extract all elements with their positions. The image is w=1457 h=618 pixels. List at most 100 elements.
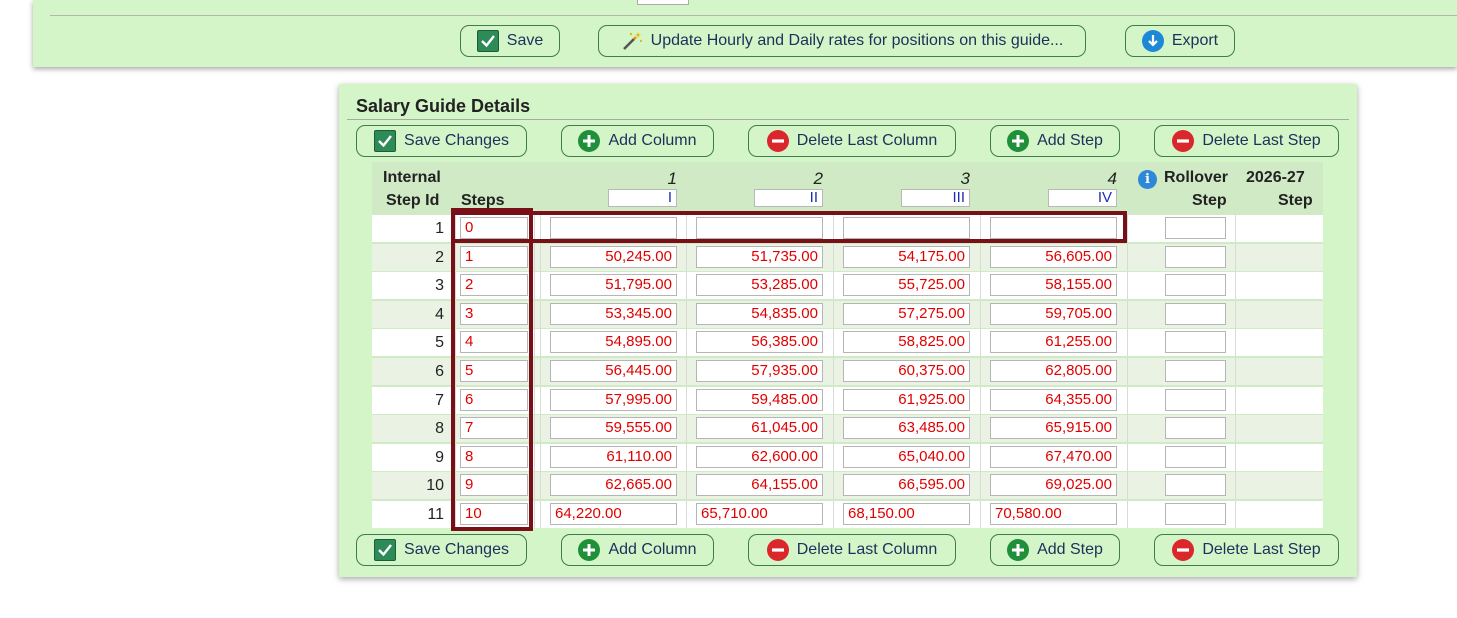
step-input[interactable]: 8	[460, 445, 528, 468]
rollover-step-input[interactable]	[1165, 245, 1226, 268]
step-input[interactable]: 10	[460, 503, 528, 525]
column-separator	[534, 272, 535, 300]
salary-value-input[interactable]: 65,915.00	[990, 417, 1117, 440]
step-input[interactable]: 6	[460, 388, 528, 411]
step-input[interactable]: 0	[460, 217, 528, 239]
rollover-step-input[interactable]	[1165, 331, 1226, 354]
step-input[interactable]: 7	[460, 417, 528, 440]
salary-value-input[interactable]: 62,665.00	[550, 474, 677, 497]
save-changes-button-top[interactable]: Save Changes	[356, 125, 527, 157]
salary-value-input[interactable]: 60,375.00	[843, 360, 970, 382]
year-step-cell	[1236, 274, 1322, 296]
salary-value-input[interactable]: 58,825.00	[843, 331, 970, 354]
salary-value-input[interactable]: 64,220.00	[550, 503, 677, 525]
salary-value-input[interactable]: 64,355.00	[990, 388, 1117, 411]
salary-value-input[interactable]	[696, 217, 823, 239]
salary-value-input[interactable]: 65,710.00	[696, 503, 823, 525]
salary-value-input[interactable]: 56,445.00	[550, 360, 677, 382]
year-step-cell	[1236, 246, 1322, 268]
setting-input-partial[interactable]	[637, 0, 689, 5]
add-step-button-bottom[interactable]: Add Step	[990, 534, 1120, 566]
salary-value-input[interactable]: 51,795.00	[550, 274, 677, 297]
step-input[interactable]: 1	[460, 245, 528, 268]
rollover-step-input[interactable]	[1165, 302, 1226, 325]
table-row: 9 8 61,110.00 62,600.00 65,040.00 67,470.00	[372, 443, 1323, 471]
delete-last-column-label: Delete Last Column	[796, 541, 938, 558]
rollover-step-input[interactable]	[1165, 360, 1226, 382]
salary-value-input[interactable]: 55,725.00	[843, 274, 970, 297]
export-button[interactable]: Export	[1125, 25, 1235, 57]
rollover-step-input[interactable]	[1165, 417, 1226, 440]
update-rates-button[interactable]: Update Hourly and Daily rates for positi…	[598, 25, 1086, 57]
salary-value-input[interactable]: 70,580.00	[990, 503, 1117, 525]
column-name-input-1[interactable]: I	[608, 189, 677, 207]
salary-value-input[interactable]	[550, 217, 677, 239]
delete-last-step-button-top[interactable]: Delete Last Step	[1154, 125, 1339, 157]
salary-value-input[interactable]: 59,555.00	[550, 417, 677, 440]
salary-value-input[interactable]: 50,245.00	[550, 245, 677, 268]
salary-value-input[interactable]: 61,110.00	[550, 445, 677, 468]
rollover-step-input[interactable]	[1165, 388, 1226, 411]
salary-value-input[interactable]: 68,150.00	[843, 503, 970, 525]
rollover-step-input[interactable]	[1165, 274, 1226, 297]
salary-value-input[interactable]: 59,485.00	[696, 388, 823, 411]
rollover-step-input[interactable]	[1165, 217, 1226, 239]
salary-value-input[interactable]: 56,385.00	[696, 331, 823, 354]
salary-value-input[interactable]: 61,925.00	[843, 388, 970, 411]
rollover-step-input[interactable]	[1165, 445, 1226, 468]
salary-value-input[interactable]: 61,045.00	[696, 417, 823, 440]
step-input[interactable]: 2	[460, 274, 528, 297]
column-separator	[1127, 472, 1128, 500]
salary-value-input[interactable]: 62,805.00	[990, 360, 1117, 382]
salary-value-input[interactable]: 63,485.00	[843, 417, 970, 440]
salary-value-input[interactable]: 51,735.00	[696, 245, 823, 268]
salary-value-input[interactable]: 62,600.00	[696, 445, 823, 468]
save-changes-button-bottom[interactable]: Save Changes	[356, 534, 527, 566]
column-name-input-3[interactable]: III	[901, 189, 970, 207]
column-separator	[833, 501, 834, 528]
delete-last-step-button-bottom[interactable]: Delete Last Step	[1154, 534, 1339, 566]
step-input[interactable]: 9	[460, 474, 528, 497]
salary-value-input[interactable]: 69,025.00	[990, 474, 1117, 497]
salary-value-input[interactable]: 53,345.00	[550, 302, 677, 325]
salary-value-input[interactable]: 54,895.00	[550, 331, 677, 354]
salary-value-input[interactable]: 64,155.00	[696, 474, 823, 497]
column-separator	[980, 329, 981, 357]
internal-step-id-header-line2: Step Id	[386, 192, 440, 209]
salary-value-input[interactable]: 54,175.00	[843, 245, 970, 268]
salary-value-input[interactable]	[843, 217, 970, 239]
salary-value-input[interactable]: 53,285.00	[696, 274, 823, 297]
column-name-input-2[interactable]: II	[754, 189, 823, 207]
add-column-button-bottom[interactable]: Add Column	[561, 534, 714, 566]
step-input[interactable]: 3	[460, 302, 528, 325]
step-input[interactable]: 5	[460, 360, 528, 382]
info-icon[interactable]: i	[1138, 170, 1157, 189]
column-name-input-4[interactable]: IV	[1048, 189, 1117, 207]
step-input[interactable]: 4	[460, 331, 528, 354]
salary-value-input[interactable]: 66,595.00	[843, 474, 970, 497]
rollover-step-input[interactable]	[1165, 503, 1226, 525]
salary-value-input[interactable]: 57,275.00	[843, 302, 970, 325]
column-separator	[686, 415, 687, 443]
salary-value-input[interactable]: 54,835.00	[696, 302, 823, 325]
panel-divider	[50, 15, 1457, 16]
salary-value-input[interactable]: 56,605.00	[990, 245, 1117, 268]
delete-last-column-button-top[interactable]: Delete Last Column	[748, 125, 956, 157]
column-separator	[980, 501, 981, 528]
salary-value-input[interactable]: 65,040.00	[843, 445, 970, 468]
save-button[interactable]: Save	[460, 25, 560, 57]
salary-value-input[interactable]: 59,705.00	[990, 302, 1117, 325]
column-separator	[534, 443, 535, 471]
salary-value-input[interactable]: 67,470.00	[990, 445, 1117, 468]
column-separator	[686, 501, 687, 528]
rollover-step-input[interactable]	[1165, 474, 1226, 497]
add-step-button-top[interactable]: Add Step	[990, 125, 1120, 157]
column-separator	[980, 300, 981, 328]
salary-value-input[interactable]: 57,935.00	[696, 360, 823, 382]
salary-value-input[interactable]	[990, 217, 1117, 239]
salary-value-input[interactable]: 57,995.00	[550, 388, 677, 411]
salary-value-input[interactable]: 61,255.00	[990, 331, 1117, 354]
add-column-button-top[interactable]: Add Column	[561, 125, 714, 157]
salary-value-input[interactable]: 58,155.00	[990, 274, 1117, 297]
delete-last-column-button-bottom[interactable]: Delete Last Column	[748, 534, 956, 566]
